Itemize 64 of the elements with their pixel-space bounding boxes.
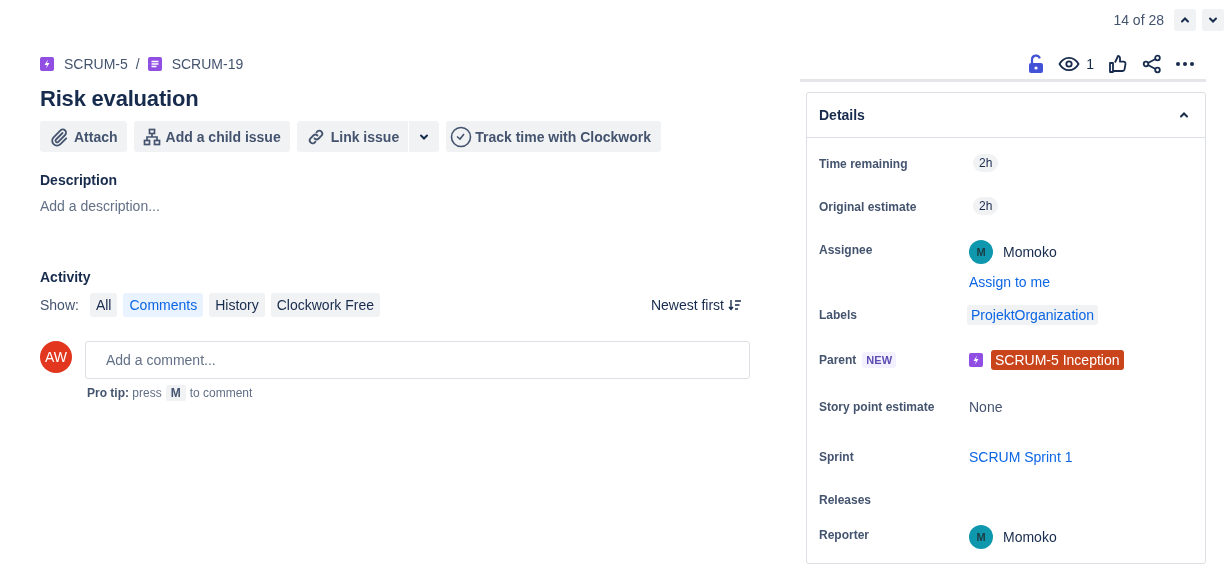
field-label: Sprint (819, 449, 854, 466)
field-label: Original estimate (819, 199, 917, 216)
thumbs-up-icon[interactable] (1108, 54, 1128, 74)
assign-link[interactable]: Assign to me (969, 272, 1050, 292)
field-label: Releases (819, 492, 872, 509)
filter-tab[interactable]: Clockwork Free (270, 293, 380, 317)
new-badge: NEW (862, 352, 897, 368)
panel-title: Details (819, 107, 865, 123)
sort-button[interactable]: Newest first (642, 293, 750, 317)
pager-text: 14 of 28 (1113, 12, 1164, 28)
breadcrumb-link[interactable]: SCRUM-5 (64, 56, 128, 72)
user-avatar: M (969, 240, 993, 264)
field-value[interactable]: None (969, 397, 1003, 417)
key-hint: M (165, 385, 186, 401)
field-label: Parent (819, 352, 857, 369)
time-value: 2h (973, 154, 999, 172)
unlocked-icon[interactable] (1028, 54, 1045, 74)
breadcrumb-link[interactable]: SCRUM-19 (171, 56, 244, 72)
issue-title: Risk evaluation (40, 86, 200, 112)
document-icon (147, 57, 162, 71)
description-placeholder[interactable]: Add a description... (40, 198, 750, 214)
link-issue-button[interactable]: Link issue (296, 121, 409, 152)
label-tag[interactable]: ProjektOrganization (967, 305, 1098, 325)
section-heading: Activity (40, 269, 92, 285)
tip-text: Pro tip: press (87, 386, 162, 400)
sprint-link[interactable]: SCRUM Sprint 1 (969, 447, 1073, 467)
user-avatar: AW (40, 341, 72, 373)
hierarchy-icon (142, 127, 161, 146)
user-name: Momoko (1003, 528, 1057, 547)
field-label: Labels (819, 307, 857, 324)
caret-icon (1180, 15, 1190, 25)
section-heading: Description (40, 172, 118, 188)
field-label: Story point estimate (819, 399, 935, 416)
details-header[interactable]: Details (807, 93, 1205, 138)
share-icon[interactable] (1142, 54, 1162, 74)
track-time-button[interactable]: Track time with Clockwork (446, 121, 661, 152)
next-button[interactable] (1202, 9, 1224, 31)
dropdown-button[interactable] (409, 121, 440, 152)
field-label: Time remaining (819, 156, 908, 173)
paperclip-icon (49, 126, 69, 147)
tip-text: to comment (189, 386, 253, 400)
more-icon[interactable] (1176, 62, 1194, 66)
filter-tab[interactable]: History (209, 293, 265, 317)
filter-tab[interactable]: All (89, 293, 118, 317)
filter-tab[interactable]: Comments (123, 293, 204, 317)
caret-icon (1208, 15, 1218, 25)
lightning-icon (969, 353, 983, 367)
comment-field[interactable]: Add a comment... (85, 341, 750, 379)
attach-button[interactable]: Attach (40, 121, 127, 152)
parent-link[interactable]: SCRUM-5 Inception (991, 350, 1124, 370)
user-name: Momoko (1003, 243, 1057, 262)
sort-icon (728, 299, 742, 311)
lightning-icon (40, 57, 54, 71)
clock-icon (450, 125, 473, 148)
show-label: Show: (40, 297, 79, 313)
user-avatar: M (969, 525, 993, 549)
breadcrumb-separator: / (135, 56, 140, 72)
previous-button[interactable] (1174, 9, 1196, 31)
add-child-button[interactable]: Add a child issue (133, 121, 290, 152)
eye-icon[interactable] (1058, 56, 1081, 72)
field-label: Assignee (819, 242, 873, 259)
time-value: 2h (973, 197, 999, 215)
watcher-count: 1 (1086, 56, 1094, 72)
field-label: Reporter (819, 527, 869, 544)
